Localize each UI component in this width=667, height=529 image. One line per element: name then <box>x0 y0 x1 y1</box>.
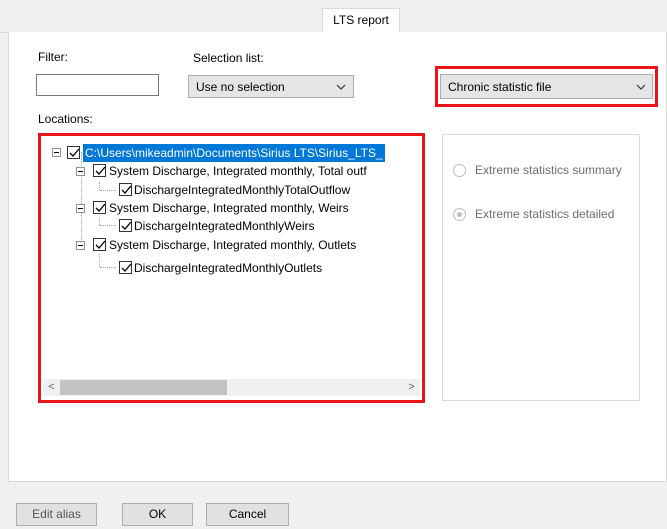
scroll-left-icon[interactable]: < <box>43 379 60 396</box>
file-type-dropdown[interactable]: Chronic statistic file <box>440 74 653 99</box>
summary-radio-label[interactable]: Extreme statistics summary <box>475 163 622 177</box>
tree-connector <box>100 267 116 268</box>
chevron-down-icon <box>336 84 346 90</box>
detailed-radio[interactable] <box>453 208 466 221</box>
tree-item-label[interactable]: DischargeIntegratedMonthlyTotalOutflow <box>134 181 350 199</box>
scroll-right-icon[interactable]: > <box>403 379 420 396</box>
tree-connector <box>100 190 116 191</box>
checkmark-icon <box>95 240 106 249</box>
tab-strip-background <box>400 8 667 33</box>
root-checkbox[interactable] <box>67 146 80 159</box>
tree-item-label[interactable]: DischargeIntegratedMonthlyOutlets <box>134 259 322 277</box>
filter-label: Filter: <box>38 50 68 64</box>
tab-strip: LTS report <box>0 0 667 33</box>
tree-connector <box>99 182 100 190</box>
file-type-value: Chronic statistic file <box>448 80 552 94</box>
selection-list-value: Use no selection <box>196 80 285 94</box>
chevron-down-icon <box>636 84 646 90</box>
item-checkbox[interactable] <box>119 183 132 196</box>
tree-connector <box>99 218 100 225</box>
checkmark-icon <box>69 148 80 157</box>
detailed-radio-label[interactable]: Extreme statistics detailed <box>475 207 614 221</box>
tab-lts-report[interactable]: LTS report <box>322 8 400 32</box>
tree-group-label[interactable]: System Discharge, Integrated monthly, We… <box>109 199 349 217</box>
collapse-icon[interactable] <box>52 148 61 157</box>
horizontal-scrollbar[interactable]: < > <box>43 379 420 396</box>
checkmark-icon <box>121 185 132 194</box>
checkmark-icon <box>121 263 132 272</box>
summary-radio[interactable] <box>453 164 466 177</box>
tree-item-label[interactable]: DischargeIntegratedMonthlyWeirs <box>134 217 315 235</box>
checkmark-icon <box>121 221 132 230</box>
collapse-icon[interactable] <box>76 167 85 176</box>
tree-connector <box>99 254 100 267</box>
group-checkbox[interactable] <box>93 238 106 251</box>
group-checkbox[interactable] <box>93 201 106 214</box>
edit-alias-button[interactable]: Edit alias <box>16 503 97 526</box>
tree-root-path[interactable]: C:\Users\mikeadmin\Documents\Sirius LTS\… <box>83 144 385 162</box>
collapse-icon[interactable] <box>76 241 85 250</box>
item-checkbox[interactable] <box>119 219 132 232</box>
scrollbar-thumb[interactable] <box>60 380 227 395</box>
filter-input[interactable] <box>36 74 159 96</box>
group-checkbox[interactable] <box>93 164 106 177</box>
tab-strip-background <box>0 8 322 33</box>
cancel-button[interactable]: Cancel <box>206 503 289 526</box>
locations-label: Locations: <box>38 112 93 126</box>
item-checkbox[interactable] <box>119 261 132 274</box>
ok-button[interactable]: OK <box>122 503 193 526</box>
checkmark-icon <box>95 203 106 212</box>
locations-tree[interactable]: C:\Users\mikeadmin\Documents\Sirius LTS\… <box>43 138 420 398</box>
selection-list-label: Selection list: <box>193 51 264 65</box>
tree-group-label[interactable]: System Discharge, Integrated monthly, To… <box>109 162 367 180</box>
selection-list-dropdown[interactable]: Use no selection <box>188 75 354 98</box>
tree-group-label[interactable]: System Discharge, Integrated monthly, Ou… <box>109 236 356 254</box>
checkmark-icon <box>95 166 106 175</box>
collapse-icon[interactable] <box>76 204 85 213</box>
tree-connector <box>100 225 116 226</box>
